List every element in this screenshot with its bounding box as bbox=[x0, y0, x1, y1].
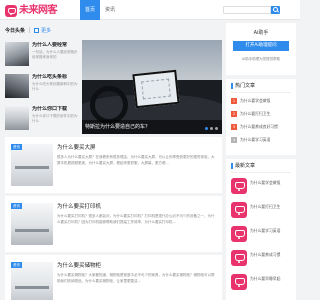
post-logo-icon[interactable] bbox=[231, 178, 247, 194]
post-item[interactable]: 为什么要学习英语 bbox=[231, 225, 293, 245]
article-thumbnail[interactable]: 资讯 bbox=[11, 262, 53, 300]
hot-articles-title: 热门文章 bbox=[231, 83, 255, 89]
post-item[interactable]: 为什么要早睡早起 bbox=[231, 273, 293, 293]
featured-thumbnail[interactable] bbox=[5, 74, 29, 98]
nav-item-home[interactable]: 首页 bbox=[80, 0, 101, 20]
search-icon[interactable] bbox=[271, 6, 280, 14]
post-logo-icon[interactable] bbox=[231, 202, 247, 218]
post-logo-icon[interactable] bbox=[231, 274, 247, 290]
ai-assistant-box: Ai助手 打开Ai助理提问 Ai助手助理为您提供帮助 bbox=[226, 23, 296, 75]
rank-number: 4 bbox=[231, 137, 237, 143]
post-logo-icon[interactable] bbox=[231, 250, 247, 266]
post-title[interactable]: 为什么要养成习惯 bbox=[250, 252, 294, 258]
main-nav: 首页 资讯 bbox=[80, 0, 120, 20]
rank-number: 3 bbox=[231, 124, 237, 130]
rank-number: 1 bbox=[231, 98, 237, 104]
article-excerpt: 为什么要买储物柜？大家都知道，储物柜是家庭中必不可少的家具，为什么要买储物柜？储… bbox=[57, 273, 215, 283]
article-thumbnail[interactable]: 资讯 bbox=[11, 203, 53, 245]
section-header: 今日头条 更多 bbox=[5, 23, 220, 37]
top-header: 未来网客 首页 资讯 bbox=[0, 0, 300, 20]
featured-desc: 为什么你口下载的软件中的为什么 bbox=[32, 114, 78, 123]
article-tag: 资讯 bbox=[11, 262, 22, 268]
rank-title[interactable]: 为什么要打扫卫生 bbox=[240, 111, 270, 117]
logo-text: 未来网客 bbox=[19, 4, 58, 16]
featured-thumbnail[interactable] bbox=[5, 106, 29, 130]
rank-item[interactable]: 2 为什么要打扫卫生 bbox=[231, 109, 293, 119]
featured-desc: 为什么吃头条标题新鲜中的为什么 bbox=[32, 82, 78, 91]
post-logo-icon[interactable] bbox=[231, 226, 247, 242]
rank-item[interactable]: 4 为什么要学习英语 bbox=[231, 135, 293, 145]
carousel-dot[interactable] bbox=[215, 127, 218, 130]
hot-articles-box: 热门文章 1 为什么要学会做饭 2 为什么要打扫卫生 3 为什么要养成良好习惯 … bbox=[226, 79, 296, 155]
ai-box-note: Ai助手助理为您提供帮助 bbox=[241, 57, 281, 61]
rank-item[interactable]: 3 为什么要养成良好习惯 bbox=[231, 122, 293, 132]
article-title[interactable]: 为什么要买储物柜 bbox=[57, 262, 101, 270]
carousel-image-screen bbox=[132, 69, 180, 109]
carousel-dots bbox=[203, 127, 218, 130]
carousel-dot[interactable] bbox=[205, 127, 208, 130]
post-title[interactable]: 为什么要学习英语 bbox=[250, 228, 294, 234]
grid-icon bbox=[34, 27, 40, 33]
featured-item[interactable]: 为什么你口下载 为什么你口下载的软件中的为什么 bbox=[5, 104, 80, 134]
post-title[interactable]: 为什么要早睡早起 bbox=[250, 276, 294, 282]
post-title[interactable]: 为什么要学会做饭 bbox=[250, 180, 294, 186]
featured-title[interactable]: 为什么人要经常 bbox=[32, 42, 80, 49]
featured-thumbnail[interactable] bbox=[5, 42, 29, 66]
rank-number: 2 bbox=[231, 111, 237, 117]
search-input[interactable] bbox=[223, 6, 271, 14]
thumbnail-shape bbox=[15, 229, 49, 232]
steering-wheel-image bbox=[90, 86, 128, 124]
article-tag: 资讯 bbox=[11, 203, 22, 209]
article-card[interactable]: 资讯 为什么要买大屏 很多人为什么要买大屏？在我看来有很多理由，为什么要买大屏，… bbox=[5, 137, 222, 193]
section-more-link[interactable]: 更多 bbox=[41, 27, 51, 34]
logo-icon bbox=[5, 4, 17, 17]
section-title: 今日头条 bbox=[5, 27, 26, 34]
featured-title[interactable]: 为什么你口下载 bbox=[32, 106, 80, 113]
carousel-caption[interactable]: 特斯拉为什么要造自己的车？ bbox=[82, 120, 222, 134]
post-item[interactable]: 为什么要学会做饭 bbox=[231, 177, 293, 197]
post-item[interactable]: 为什么要打扫卫生 bbox=[231, 201, 293, 221]
ai-box-title: Ai助手 bbox=[253, 30, 269, 36]
post-item[interactable]: 为什么要养成习惯 bbox=[231, 249, 293, 269]
rank-title[interactable]: 为什么要学会做饭 bbox=[240, 98, 270, 104]
featured-item[interactable]: 为什么吃头条标 为什么吃头条标题新鲜中的为什么 bbox=[5, 72, 80, 102]
nav-item-news[interactable]: 资讯 bbox=[100, 0, 120, 20]
article-title[interactable]: 为什么要买打印机 bbox=[57, 203, 101, 211]
divider bbox=[231, 92, 291, 93]
latest-posts-title: 最新文章 bbox=[231, 163, 255, 169]
thumbnail-shape bbox=[15, 166, 49, 169]
rank-item[interactable]: 1 为什么要学会做饭 bbox=[231, 96, 293, 106]
article-excerpt: 为什么要买打印机？很多人都会问，为什么要买打印机？打印机是现代办公必不可少的设备… bbox=[57, 214, 215, 224]
rank-title[interactable]: 为什么要养成良好习惯 bbox=[240, 124, 278, 130]
article-excerpt: 很多人为什么要买大屏？在我看来有很多理由，为什么要买大屏，可以让你享受到更好的视… bbox=[57, 155, 215, 165]
site-logo[interactable]: 未来网客 bbox=[5, 3, 58, 18]
featured-desc: 一句话，为什么人要经常跑步经常锻炼身体的 bbox=[32, 50, 78, 59]
carousel-dot[interactable] bbox=[210, 127, 213, 130]
ai-assistant-button[interactable]: 打开Ai助理提问 bbox=[233, 41, 289, 51]
article-card[interactable]: 资讯 为什么要买打印机 为什么要买打印机？很多人都会问，为什么要买打印机？打印机… bbox=[5, 196, 222, 252]
featured-list: 为什么人要经常 一句话，为什么人要经常跑步经常锻炼身体的 为什么吃头条标 为什么… bbox=[5, 40, 80, 134]
featured-item[interactable]: 为什么人要经常 一句话，为什么人要经常跑步经常锻炼身体的 bbox=[5, 40, 80, 70]
divider bbox=[29, 27, 31, 33]
article-thumbnail[interactable]: 资讯 bbox=[11, 144, 53, 186]
article-card[interactable]: 资讯 为什么要买储物柜 为什么要买储物柜？大家都知道，储物柜是家庭中必不可少的家… bbox=[5, 255, 222, 300]
thumbnail-shape bbox=[15, 286, 49, 289]
divider bbox=[231, 172, 291, 173]
latest-posts-box: 最新文章 为什么要学会做饭 为什么要打扫卫生 为什么要学习英语 为什么要养成习惯… bbox=[226, 159, 296, 300]
rank-title[interactable]: 为什么要学习英语 bbox=[240, 137, 270, 143]
featured-title[interactable]: 为什么吃头条标 bbox=[32, 74, 80, 81]
article-title[interactable]: 为什么要买大屏 bbox=[57, 144, 96, 152]
post-title[interactable]: 为什么要打扫卫生 bbox=[250, 204, 294, 210]
article-tag: 资讯 bbox=[11, 144, 22, 150]
hero-carousel[interactable]: 特斯拉为什么要造自己的车？ bbox=[82, 40, 222, 134]
